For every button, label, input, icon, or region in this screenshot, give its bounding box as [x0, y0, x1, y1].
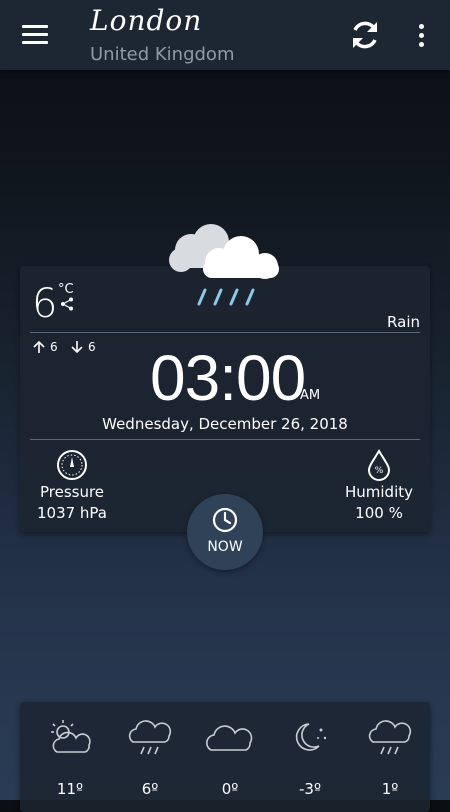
weather-condition: Rain — [387, 313, 420, 331]
refresh-icon[interactable] — [348, 18, 382, 52]
rain-cloud-icon — [169, 224, 279, 306]
forecast-temp: -3º — [298, 780, 322, 798]
clear-night-icon — [295, 723, 327, 751]
humidity-label: Humidity — [344, 483, 413, 501]
arrow-down-icon — [71, 341, 83, 354]
temperature-unit[interactable]: °C — [58, 282, 74, 297]
app-bar: London United Kingdom — [0, 0, 450, 70]
arrow-up-icon — [33, 340, 45, 353]
country-name[interactable]: United Kingdom — [90, 44, 234, 65]
current-temperature: 6 — [32, 281, 58, 327]
forecast-temp: 0º — [221, 780, 239, 798]
city-name[interactable]: London — [90, 4, 202, 37]
time-ampm: AM — [300, 388, 321, 403]
temp-low-value: 6 — [88, 340, 96, 354]
forecast-item[interactable] — [190, 718, 270, 758]
forecast-temp: 6º — [141, 780, 159, 798]
now-label: NOW — [207, 539, 243, 555]
svg-text:%: % — [375, 466, 384, 476]
divider — [30, 332, 420, 333]
clock-icon — [212, 507, 238, 533]
current-date: Wednesday, December 26, 2018 — [102, 415, 348, 433]
temp-low: 6 — [70, 340, 96, 354]
forecast-temp: 11º — [56, 780, 84, 798]
more-options-icon[interactable] — [414, 24, 428, 48]
current-time: 03:00 — [150, 342, 306, 414]
cloudy-icon — [206, 725, 253, 751]
rain-icon — [128, 720, 172, 755]
forecast-temp: 1º — [381, 780, 399, 798]
forecast-item[interactable] — [110, 718, 190, 758]
rain-icon — [368, 720, 412, 755]
forecast-item[interactable] — [350, 718, 430, 758]
humidity-value: 100 % — [355, 504, 403, 522]
pressure-value: 1037 hPa — [36, 504, 107, 522]
pressure-label: Pressure — [39, 483, 105, 501]
partly-cloudy-day-icon — [51, 720, 91, 753]
pressure-gauge-icon — [57, 450, 87, 480]
now-button[interactable]: NOW — [187, 494, 263, 570]
humidity-drop-icon: % — [367, 449, 391, 481]
forecast-item[interactable] — [30, 718, 110, 758]
share-icon[interactable] — [60, 297, 74, 311]
temp-high: 6 — [32, 340, 58, 354]
temp-high-value: 6 — [50, 340, 58, 354]
divider — [30, 439, 420, 440]
menu-icon[interactable] — [22, 25, 48, 45]
forecast-item[interactable] — [270, 718, 350, 758]
